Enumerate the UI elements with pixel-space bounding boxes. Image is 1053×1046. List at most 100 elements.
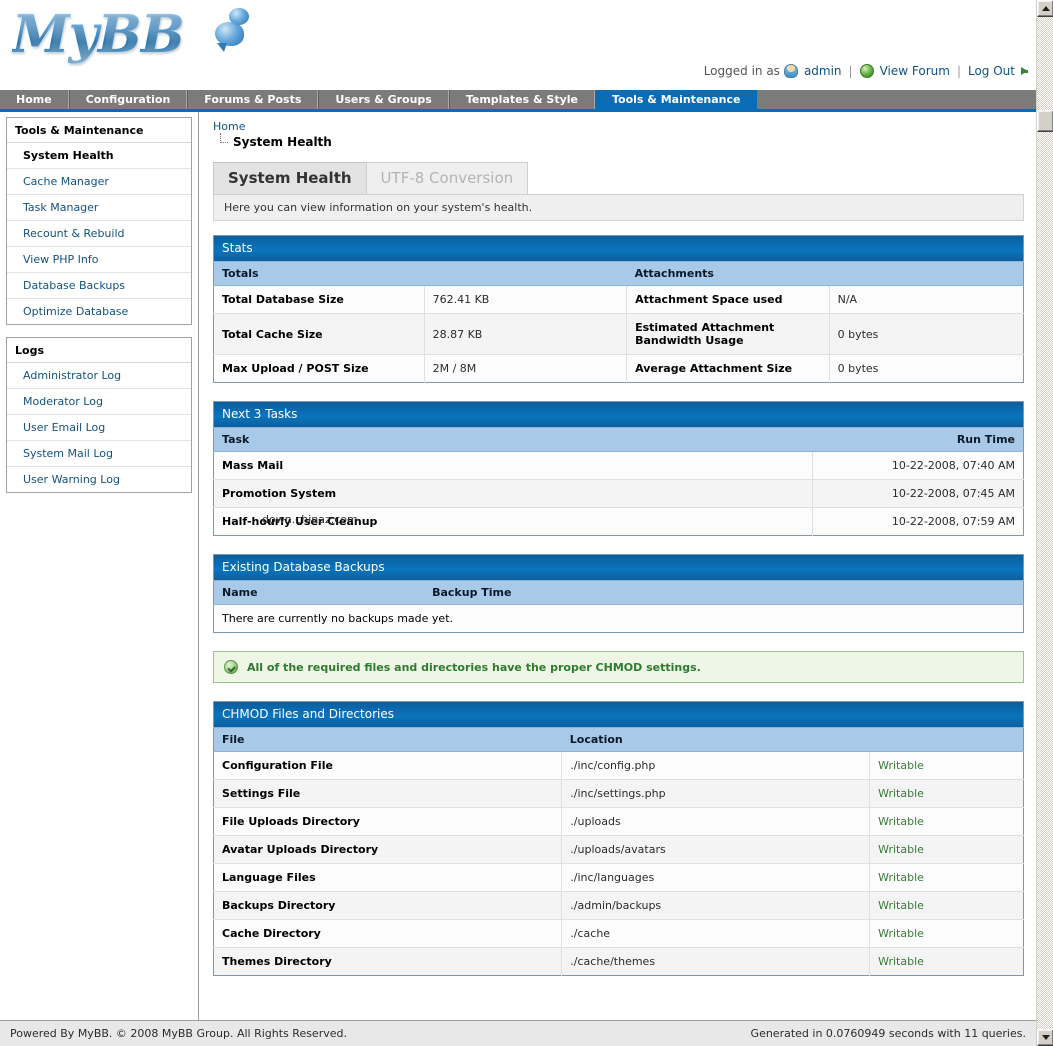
nav-tab-users-groups[interactable]: Users & Groups bbox=[318, 90, 448, 109]
tasks-header-run-time: Run Time bbox=[813, 428, 1024, 452]
stat-value: 762.41 KB bbox=[424, 286, 627, 314]
chmod-file: Settings File bbox=[214, 780, 562, 808]
stats-table: Stats Totals Attachments Total Database … bbox=[213, 235, 1024, 383]
chmod-location: ./inc/config.php bbox=[562, 752, 870, 780]
stats-header-attachments: Attachments bbox=[627, 262, 1024, 286]
page-tab-strip: System Health UTF-8 Conversion bbox=[213, 162, 1024, 195]
breadcrumb: Home System Health bbox=[213, 120, 1024, 149]
chmod-file: Themes Directory bbox=[214, 948, 562, 976]
nav-tab-home[interactable]: Home bbox=[0, 90, 69, 109]
task-run-time: 10-22-2008, 07:40 AM bbox=[813, 452, 1024, 480]
speech-bubble-icon bbox=[205, 6, 253, 50]
page-description: Here you can view information on your sy… bbox=[213, 195, 1024, 221]
table-row: Avatar Uploads Directory ./uploads/avata… bbox=[214, 836, 1024, 864]
stats-header-totals: Totals bbox=[214, 262, 627, 286]
backups-header-name: Name bbox=[214, 581, 425, 605]
footer-copyright: Powered By MyBB. © 2008 MyBB Group. All … bbox=[10, 1027, 347, 1040]
stats-table-subheader-row: Totals Attachments bbox=[214, 262, 1024, 286]
userbar-separator-1: | bbox=[849, 64, 853, 78]
chmod-status: Writable bbox=[870, 752, 1024, 780]
stat-label: Total Cache Size bbox=[214, 314, 425, 355]
sidebar-section-title-tools: Tools & Maintenance bbox=[7, 118, 191, 143]
chmod-status: Writable bbox=[870, 864, 1024, 892]
chmod-table: CHMOD Files and Directories File Locatio… bbox=[213, 701, 1024, 976]
sidebar-item-user-warning-log[interactable]: User Warning Log bbox=[7, 467, 191, 492]
chmod-location: ./inc/languages bbox=[562, 864, 870, 892]
scroll-up-button[interactable] bbox=[1037, 0, 1053, 17]
tasks-table-title: Next 3 Tasks bbox=[214, 402, 1024, 428]
scroll-down-button[interactable] bbox=[1037, 1029, 1053, 1046]
nav-tab-configuration[interactable]: Configuration bbox=[69, 90, 188, 109]
chmod-location: ./cache/themes bbox=[562, 948, 870, 976]
nav-tab-tools-maintenance[interactable]: Tools & Maintenance bbox=[595, 90, 757, 109]
tasks-table-title-row: Next 3 Tasks bbox=[214, 402, 1024, 428]
backups-table-title-row: Existing Database Backups bbox=[214, 555, 1024, 581]
chmod-location: ./inc/settings.php bbox=[562, 780, 870, 808]
chmod-header-status bbox=[870, 728, 1024, 752]
task-name: Half-hourly User Cleanup bbox=[214, 508, 813, 536]
scrollbar-thumb[interactable] bbox=[1037, 110, 1053, 132]
stat-value: 2M / 8M bbox=[424, 355, 627, 383]
chmod-file: File Uploads Directory bbox=[214, 808, 562, 836]
tab-system-health[interactable]: System Health bbox=[213, 162, 367, 194]
page-footer: Powered By MyBB. © 2008 MyBB Group. All … bbox=[0, 1020, 1036, 1046]
mybb-logo: MyBB bbox=[12, 4, 184, 65]
tab-utf8-conversion[interactable]: UTF-8 Conversion bbox=[366, 162, 529, 194]
chmod-file: Configuration File bbox=[214, 752, 562, 780]
stat-label: Average Attachment Size bbox=[627, 355, 830, 383]
table-row: Configuration File ./inc/config.php Writ… bbox=[214, 752, 1024, 780]
chmod-file: Avatar Uploads Directory bbox=[214, 836, 562, 864]
table-row: Total Cache Size 28.87 KB Estimated Atta… bbox=[214, 314, 1024, 355]
stats-table-title: Stats bbox=[214, 236, 1024, 262]
sidebar-item-task-manager[interactable]: Task Manager bbox=[7, 195, 191, 221]
user-bar: Logged in as admin | View Forum | Log Ou… bbox=[704, 64, 1028, 78]
admin-page: MyBB Logged in as admin | View Forum | L… bbox=[0, 0, 1036, 1046]
sidebar-item-system-health[interactable]: System Health bbox=[7, 143, 191, 169]
chmod-table-title: CHMOD Files and Directories bbox=[214, 702, 1024, 728]
logged-in-label: Logged in as bbox=[704, 64, 780, 78]
table-row: Cache Directory ./cache Writable bbox=[214, 920, 1024, 948]
table-row: Half-hourly User Cleanup 10-22-2008, 07:… bbox=[214, 508, 1024, 536]
sidebar-item-recount-rebuild[interactable]: Recount & Rebuild bbox=[7, 221, 191, 247]
nav-filler bbox=[757, 90, 1036, 109]
main-navigation: Home Configuration Forums & Posts Users … bbox=[0, 90, 1036, 112]
view-forum-link[interactable]: View Forum bbox=[880, 64, 950, 78]
chmod-status: Writable bbox=[870, 892, 1024, 920]
task-run-time: 10-22-2008, 07:59 AM bbox=[813, 508, 1024, 536]
stat-value: 0 bytes bbox=[829, 314, 1023, 355]
task-name: Promotion System bbox=[214, 480, 813, 508]
nav-tab-forums-posts[interactable]: Forums & Posts bbox=[187, 90, 318, 109]
userbar-separator-2: | bbox=[957, 64, 961, 78]
breadcrumb-home-link[interactable]: Home bbox=[213, 120, 245, 133]
breadcrumb-current: System Health bbox=[220, 135, 1024, 149]
chmod-header-file: File bbox=[214, 728, 562, 752]
sidebar-item-optimize-database[interactable]: Optimize Database bbox=[7, 299, 191, 324]
footer-generation-time: Generated in 0.0760949 seconds with 11 q… bbox=[751, 1027, 1026, 1040]
logout-arrow-icon bbox=[1021, 67, 1028, 75]
table-row: Backups Directory ./admin/backups Writab… bbox=[214, 892, 1024, 920]
stat-label: Attachment Space used bbox=[627, 286, 830, 314]
chmod-status: Writable bbox=[870, 948, 1024, 976]
sidebar-item-administrator-log[interactable]: Administrator Log bbox=[7, 363, 191, 389]
sidebar-section-tools: Tools & Maintenance System Health Cache … bbox=[6, 117, 192, 325]
table-row: Language Files ./inc/languages Writable bbox=[214, 864, 1024, 892]
table-row: There are currently no backups made yet. bbox=[214, 605, 1024, 633]
sidebar-item-view-php-info[interactable]: View PHP Info bbox=[7, 247, 191, 273]
vertical-scrollbar[interactable] bbox=[1036, 0, 1053, 1046]
username-link[interactable]: admin bbox=[804, 64, 842, 78]
globe-icon bbox=[860, 64, 874, 78]
log-out-link[interactable]: Log Out bbox=[968, 64, 1015, 78]
sidebar-item-moderator-log[interactable]: Moderator Log bbox=[7, 389, 191, 415]
sidebar-item-cache-manager[interactable]: Cache Manager bbox=[7, 169, 191, 195]
chmod-header-location: Location bbox=[562, 728, 870, 752]
sidebar-item-system-mail-log[interactable]: System Mail Log bbox=[7, 441, 191, 467]
chmod-table-subheader-row: File Location bbox=[214, 728, 1024, 752]
table-row: Settings File ./inc/settings.php Writabl… bbox=[214, 780, 1024, 808]
nav-tab-templates-style[interactable]: Templates & Style bbox=[449, 90, 595, 109]
chmod-location: ./uploads/avatars bbox=[562, 836, 870, 864]
stat-value: N/A bbox=[829, 286, 1023, 314]
backups-table-title: Existing Database Backups bbox=[214, 555, 1024, 581]
sidebar-item-database-backups[interactable]: Database Backups bbox=[7, 273, 191, 299]
sidebar-item-user-email-log[interactable]: User Email Log bbox=[7, 415, 191, 441]
task-name: Mass Mail bbox=[214, 452, 813, 480]
